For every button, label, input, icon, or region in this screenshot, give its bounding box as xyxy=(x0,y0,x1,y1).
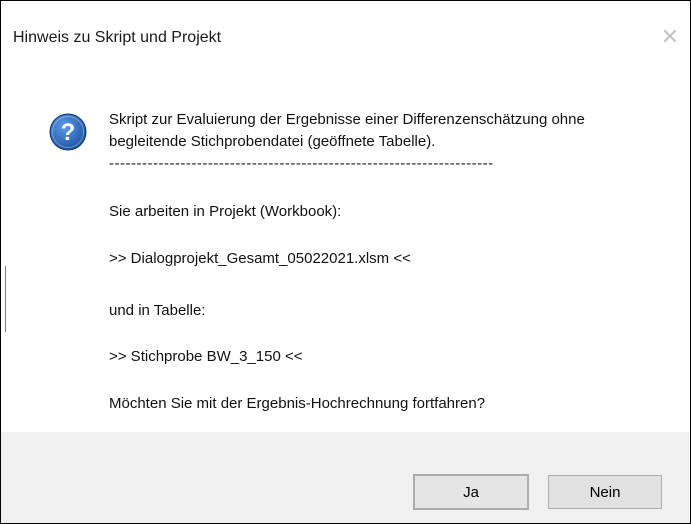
message-text: Skript zur Evaluierung der Ergebnisse ei… xyxy=(109,109,585,175)
message-dialog: Hinweis zu Skript und Projekt ✕ ? Skript… xyxy=(0,0,691,524)
no-button[interactable]: Nein xyxy=(548,475,662,509)
message-line-2: begleitende Stichprobendatei (geöffnete … xyxy=(109,133,436,150)
table-name: >> Stichprobe BW_3_150 << xyxy=(109,348,303,365)
table-intro: und in Tabelle: xyxy=(109,302,206,319)
separator-line: ----------------------------------------… xyxy=(109,155,494,172)
project-name: >> Dialogprojekt_Gesamt_05022021.xlsm << xyxy=(109,250,411,267)
dialog-content: ? Skript zur Evaluierung der Ergebnisse … xyxy=(1,73,690,433)
button-bar: Ja Nein xyxy=(1,432,690,523)
close-icon[interactable]: ✕ xyxy=(656,23,684,51)
svg-text:?: ? xyxy=(61,119,76,146)
window-title: Hinweis zu Skript und Projekt xyxy=(13,29,222,46)
message-line-1: Skript zur Evaluierung der Ergebnisse ei… xyxy=(109,111,585,128)
yes-button[interactable]: Ja xyxy=(413,474,529,510)
question-icon: ? xyxy=(49,113,87,151)
project-intro: Sie arbeiten in Projekt (Workbook): xyxy=(109,203,342,220)
question-text: Möchten Sie mit der Ergebnis-Hochrechnun… xyxy=(109,395,486,412)
title-bar: Hinweis zu Skript und Projekt ✕ xyxy=(1,1,690,73)
